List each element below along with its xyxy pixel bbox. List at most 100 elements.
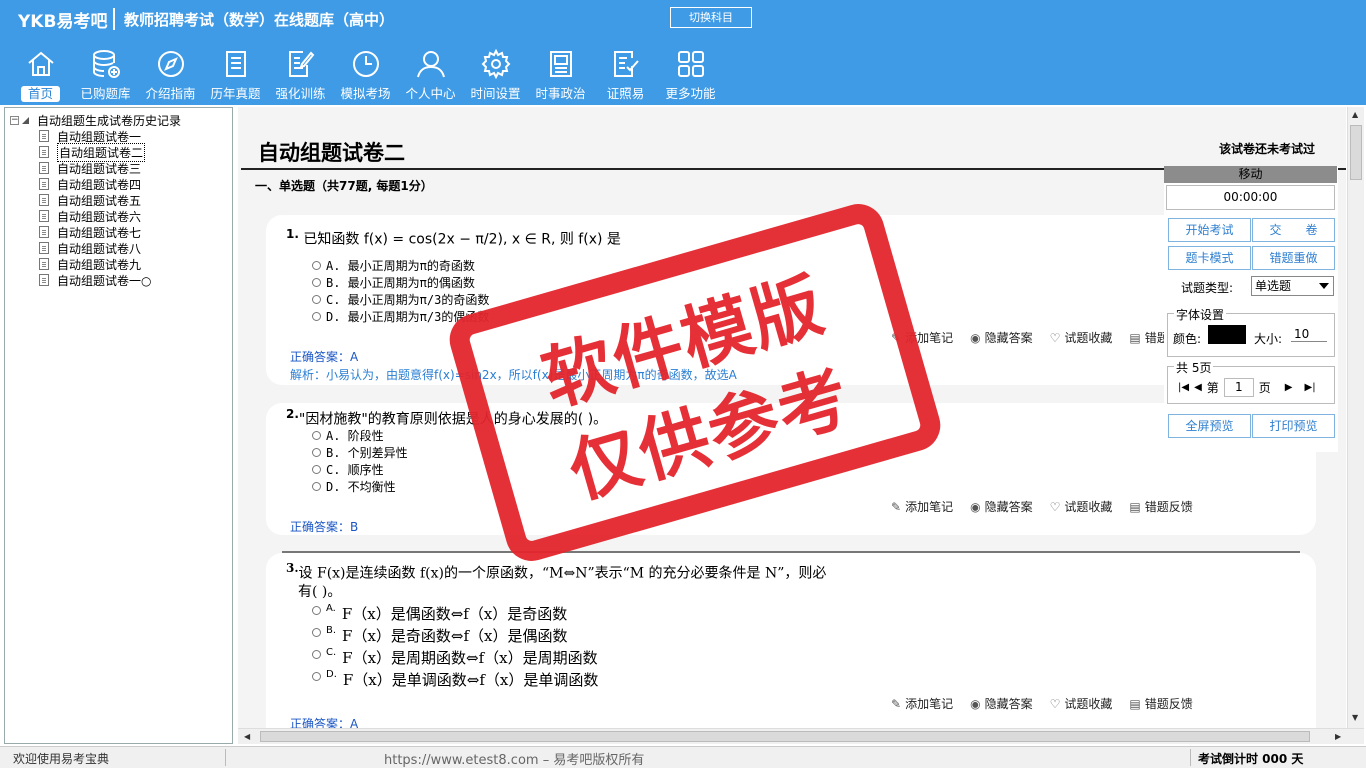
feedback-button[interactable]: ▤错题反馈 [1129, 695, 1192, 712]
nav-current-affairs[interactable]: 时事政治 [528, 46, 593, 104]
option[interactable]: C. F（x）是周期函数⇔f（x）是周期函数 [312, 647, 598, 668]
tree-root-label: 自动组题生成试卷历史记录 [37, 114, 182, 128]
question-text: 1. 已知函数 f(x) = cos(2x − π/2), x ∈ R, 则 f… [286, 227, 621, 248]
option[interactable]: A. 阶段性 [312, 427, 384, 444]
nav-label: 时事政治 [535, 86, 586, 101]
nav-past-exams[interactable]: 历年真题 [203, 46, 268, 104]
scroll-up-icon[interactable]: ▲ [1352, 110, 1358, 119]
horizontal-scroll-thumb[interactable] [260, 731, 1310, 742]
scroll-left-icon[interactable]: ◀ [244, 732, 250, 741]
submit-button[interactable]: 交 卷 [1252, 218, 1335, 242]
collapse-icon[interactable]: − [10, 116, 19, 125]
tree-item[interactable]: 自动组题试卷四 [39, 176, 151, 192]
favorite-button[interactable]: ♡ 试题收藏 [1050, 329, 1113, 346]
radio-button[interactable] [312, 431, 321, 440]
radio-button[interactable] [312, 672, 321, 681]
radio-button[interactable] [312, 606, 321, 615]
radio-button[interactable] [312, 312, 321, 321]
horizontal-scrollbar[interactable]: ◀ ▶ [238, 728, 1364, 744]
option[interactable]: B. F（x）是奇函数⇔f（x）是偶函数 [312, 625, 568, 646]
radio-button[interactable] [312, 628, 321, 637]
document-icon [39, 242, 49, 254]
radio-button[interactable] [312, 465, 321, 474]
scroll-right-icon[interactable]: ▶ [1335, 732, 1341, 741]
tree-item[interactable]: 自动组题试卷七 [39, 224, 151, 240]
font-color-swatch[interactable] [1208, 325, 1246, 344]
prev-page-icon[interactable]: ◀ [1194, 382, 1202, 393]
exam-countdown: 考试倒计时 000 天 [1198, 752, 1304, 766]
radio-button[interactable] [312, 278, 321, 287]
move-handle[interactable]: 移动 [1164, 166, 1337, 183]
tree-root[interactable]: − 自动组题生成试卷历史记录 [10, 112, 181, 129]
grid-icon [677, 51, 704, 77]
tree-item[interactable]: 自动组题试卷一○ [39, 272, 151, 288]
option[interactable]: D. 不均衡性 [312, 478, 396, 495]
first-page-icon[interactable]: |◀ [1178, 382, 1189, 393]
option[interactable]: C. 顺序性 [312, 461, 384, 478]
tree-item[interactable]: 自动组题试卷五 [39, 192, 151, 208]
radio-button[interactable] [312, 482, 321, 491]
favorite-button[interactable]: ♡ 试题收藏 [1050, 498, 1113, 515]
option[interactable]: B. 最小正周期为π的偶函数 [312, 274, 475, 291]
page-number-input[interactable]: 1 [1223, 378, 1254, 397]
fullscreen-preview-button[interactable]: 全屏预览 [1168, 414, 1251, 438]
tree-item-label: 自动组题试卷一○ [57, 273, 152, 288]
nav-home[interactable]: 首页 [8, 46, 73, 104]
option[interactable]: D. 最小正周期为π/3的偶函数 [312, 308, 489, 325]
redo-wrong-button[interactable]: 错题重做 [1252, 246, 1335, 270]
tree-item[interactable]: 自动组题试卷三 [39, 160, 151, 176]
feedback-button[interactable]: ▤错题反馈 [1129, 498, 1192, 515]
next-page-icon[interactable]: ▶ [1285, 382, 1293, 393]
logo-separator [113, 8, 115, 30]
radio-button[interactable] [312, 448, 321, 457]
nav-guide[interactable]: 介绍指南 [138, 46, 203, 104]
feedback-icon: ▤ [1129, 330, 1141, 345]
nav-label: 历年真题 [210, 86, 261, 101]
tree-item[interactable]: 自动组题试卷八 [39, 240, 151, 256]
favorite-button[interactable]: ♡ 试题收藏 [1050, 695, 1113, 712]
main-nav: 首页 已购题库 介绍指南 历年真题 强化训练 模拟考场 个人中心 时间设置 时事… [8, 46, 723, 104]
question-actions: ✎添加笔记 ◉隐藏答案 ♡试题收藏 ▤错题反馈 [891, 695, 1210, 712]
vertical-scrollbar[interactable]: ▲ ▼ [1347, 107, 1364, 728]
app-header: YKB易考吧 教师招聘考试（数学）在线题库（高中） 切换科目 首页 已购题库 介… [0, 0, 1366, 105]
option[interactable]: A. 最小正周期为π的奇函数 [312, 257, 475, 274]
print-preview-button[interactable]: 打印预览 [1252, 414, 1335, 438]
scroll-down-icon[interactable]: ▼ [1352, 713, 1358, 722]
add-note-button[interactable]: ✎ 添加笔记 [891, 498, 953, 515]
tree-item-selected[interactable]: 自动组题试卷二 [39, 142, 151, 162]
switch-subject-button[interactable]: 切换科目 [670, 7, 752, 28]
heart-icon: ♡ [1049, 696, 1061, 711]
nav-training[interactable]: 强化训练 [268, 46, 333, 104]
option[interactable]: C. 最小正周期为π/3的奇函数 [312, 291, 489, 308]
nav-purchased[interactable]: 已购题库 [73, 46, 138, 104]
option[interactable]: D. F（x）是单调函数⇔f（x）是单调函数 [312, 669, 598, 690]
add-note-button[interactable]: ✎ 添加笔记 [891, 329, 953, 346]
correct-answer: 正确答案：B [290, 520, 359, 534]
add-note-button[interactable]: ✎ 添加笔记 [891, 695, 953, 712]
pager: |◀ ◀ 第 1 页 ▶ ▶| [1178, 378, 1321, 397]
hide-answer-button[interactable]: ◉ 隐藏答案 [970, 498, 1033, 515]
tree-item[interactable]: 自动组题试卷六 [39, 208, 151, 224]
dropdown-arrow-icon [1319, 283, 1329, 289]
font-size-input[interactable]: 10 [1291, 327, 1327, 342]
nav-certificate[interactable]: 证照易 [593, 46, 658, 104]
option[interactable]: A. F（x）是偶函数⇔f（x）是奇函数 [312, 603, 567, 624]
nav-mock-exam[interactable]: 模拟考场 [333, 46, 398, 104]
radio-button[interactable] [312, 261, 321, 270]
radio-button[interactable] [312, 650, 321, 659]
tree-item[interactable]: 自动组题试卷九 [39, 256, 151, 272]
document-icon [39, 194, 49, 206]
nav-time-settings[interactable]: 时间设置 [463, 46, 528, 104]
nav-profile[interactable]: 个人中心 [398, 46, 463, 104]
radio-button[interactable] [312, 295, 321, 304]
hide-answer-button[interactable]: ◉ 隐藏答案 [970, 329, 1033, 346]
question-type-select[interactable]: 单选题 [1251, 276, 1334, 296]
start-exam-button[interactable]: 开始考试 [1168, 218, 1251, 242]
option[interactable]: B. 个别差异性 [312, 444, 408, 461]
card-mode-button[interactable]: 题卡模式 [1168, 246, 1251, 270]
vertical-scroll-thumb[interactable] [1350, 125, 1362, 180]
hide-answer-button[interactable]: ◉ 隐藏答案 [970, 695, 1033, 712]
nav-more[interactable]: 更多功能 [658, 46, 723, 104]
last-page-icon[interactable]: ▶| [1305, 382, 1316, 393]
page-count-legend: 共 5页 [1174, 359, 1214, 376]
